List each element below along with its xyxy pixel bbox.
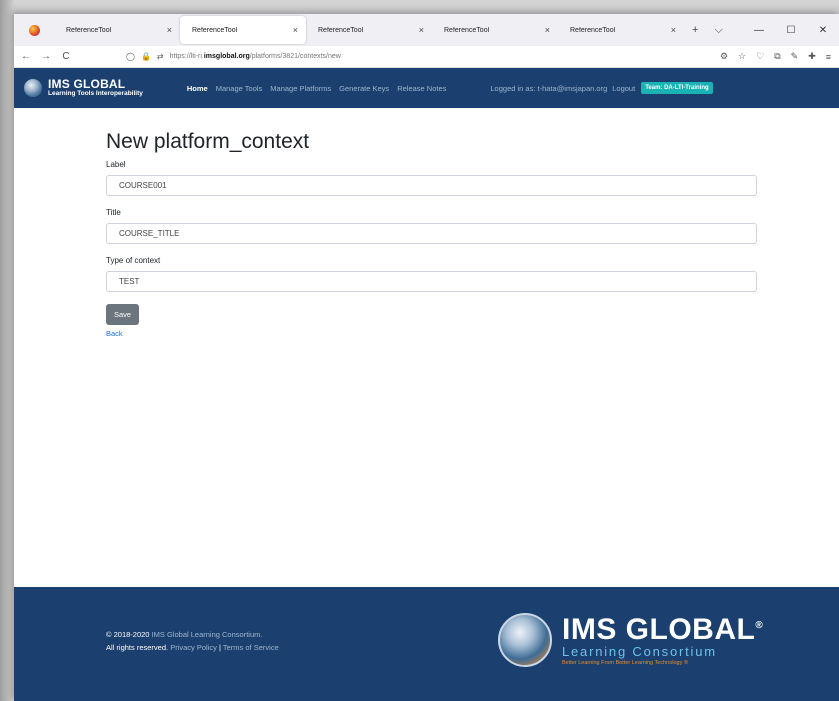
logout-link[interactable]: Logout: [612, 84, 635, 93]
reload-icon[interactable]: C: [58, 51, 74, 62]
copyright-org: IMS Global Learning Consortium.: [151, 630, 263, 639]
context-type-input[interactable]: TEST: [106, 271, 757, 292]
footer-logo-title: IMS GLOBAL®: [562, 613, 764, 646]
tab-title: ReferenceTool: [66, 26, 112, 34]
menu-generate-keys[interactable]: Generate Keys: [339, 84, 389, 93]
footer-logo-subtitle: Learning Consortium: [562, 644, 717, 659]
maximize-button[interactable]: ☐: [775, 25, 807, 36]
copyright-text: © 2018-2020 IMS Global Learning Consorti…: [106, 630, 279, 652]
menu-home[interactable]: Home: [187, 84, 208, 93]
page-title: New platform_context: [106, 130, 310, 153]
title-input[interactable]: COURSE_TITLE: [106, 223, 757, 244]
logged-in-text: Logged in as: t-hata@imsjapan.org: [490, 83, 608, 93]
close-tab-icon[interactable]: ×: [419, 25, 424, 35]
menu-manage-platforms[interactable]: Manage Platforms: [270, 84, 331, 93]
globe-logo-icon: [498, 612, 552, 667]
extension-icon[interactable]: ✎: [791, 51, 799, 62]
brand-logo[interactable]: IMS GLOBAL Learning Tools Interoperabili…: [24, 78, 143, 98]
list-all-tabs-icon[interactable]: ⌵: [706, 24, 730, 37]
translate-extension-icon[interactable]: ⧉: [774, 51, 780, 62]
tab-5[interactable]: ReferenceTool ×: [558, 16, 684, 44]
window-controls: — ☐ ✕: [743, 14, 839, 46]
tab-3[interactable]: ReferenceTool ×: [306, 16, 432, 44]
brand-subtitle: Learning Tools Interoperability: [48, 90, 143, 97]
menu-release-notes[interactable]: Release Notes: [397, 84, 446, 93]
tab-2-active[interactable]: ReferenceTool ×: [180, 16, 306, 44]
new-tab-button[interactable]: +: [684, 24, 706, 36]
main-content: New platform_context Label COURSE001 Tit…: [14, 108, 839, 582]
team-badge[interactable]: Team: DA-LTI-Training: [641, 82, 713, 94]
navigation-toolbar: ← → C ◯ 🔒 ⇄ https://lti-ri.imsglobal.org…: [14, 46, 839, 68]
label-input[interactable]: COURSE001: [106, 175, 757, 196]
footer-logo-tagline: Better Learning From Better Learning Tec…: [562, 660, 688, 666]
permissions-icon[interactable]: ⇄: [157, 52, 164, 61]
lock-icon[interactable]: 🔒: [141, 52, 151, 61]
extensions-puzzle-icon[interactable]: ✚: [808, 51, 816, 62]
title-field-label: Title: [106, 208, 121, 217]
back-arrow-icon[interactable]: ←: [18, 51, 34, 62]
label-field-label: Label: [106, 160, 126, 169]
terms-of-service-link[interactable]: Terms of Service: [223, 643, 279, 652]
back-link[interactable]: Back: [106, 329, 839, 338]
tab-title: ReferenceTool: [192, 26, 238, 34]
url-text: https://lti-ri.imsglobal.org/platforms/3…: [169, 53, 341, 60]
context-type-field-label: Type of context: [106, 256, 161, 265]
forward-arrow-icon[interactable]: →: [38, 51, 54, 62]
tab-strip: ReferenceTool × ReferenceTool × Referenc…: [14, 14, 839, 46]
shield-icon[interactable]: ◯: [126, 52, 135, 61]
firefox-icon: [28, 24, 40, 36]
menu-manage-tools[interactable]: Manage Tools: [216, 84, 263, 93]
firefox-view-button[interactable]: [14, 24, 54, 36]
main-menu: Home Manage Tools Manage Platforms Gener…: [187, 84, 455, 93]
bookmark-star-icon[interactable]: ☆: [738, 51, 746, 62]
close-tab-icon[interactable]: ×: [545, 25, 550, 35]
footer-logo[interactable]: IMS GLOBAL® Learning Consortium Better L…: [498, 611, 763, 668]
brand-title: IMS GLOBAL: [48, 77, 126, 91]
address-bar[interactable]: ◯ 🔒 ⇄ https://lti-ri.imsglobal.org/platf…: [126, 48, 596, 66]
close-window-button[interactable]: ✕: [807, 25, 839, 36]
globe-logo-icon: [24, 79, 42, 97]
site-header: IMS GLOBAL Learning Tools Interoperabili…: [14, 68, 839, 108]
pocket-icon[interactable]: ♡: [756, 51, 764, 62]
close-tab-icon[interactable]: ×: [671, 25, 676, 35]
menu-hamburger-icon[interactable]: ≡: [826, 52, 831, 62]
save-button[interactable]: Save: [106, 304, 139, 325]
tab-title: ReferenceTool: [318, 26, 364, 34]
outer-frame-top: [0, 0, 839, 14]
tab-title: ReferenceTool: [444, 26, 490, 34]
close-tab-icon[interactable]: ×: [293, 25, 298, 35]
tab-4[interactable]: ReferenceTool ×: [432, 16, 558, 44]
browser-window: ReferenceTool × ReferenceTool × Referenc…: [14, 14, 839, 701]
close-tab-icon[interactable]: ×: [167, 25, 172, 35]
outer-frame-left: [0, 0, 14, 701]
toolbar-right: ⚙ ☆ ♡ ⧉ ✎ ✚ ≡: [710, 51, 831, 62]
site-footer: © 2018-2020 IMS Global Learning Consorti…: [14, 587, 839, 701]
tab-title: ReferenceTool: [570, 26, 616, 34]
translate-icon[interactable]: ⚙: [720, 51, 728, 62]
minimize-button[interactable]: —: [743, 25, 775, 36]
tab-1[interactable]: ReferenceTool ×: [54, 16, 180, 44]
privacy-policy-link[interactable]: Privacy Policy: [170, 643, 217, 652]
